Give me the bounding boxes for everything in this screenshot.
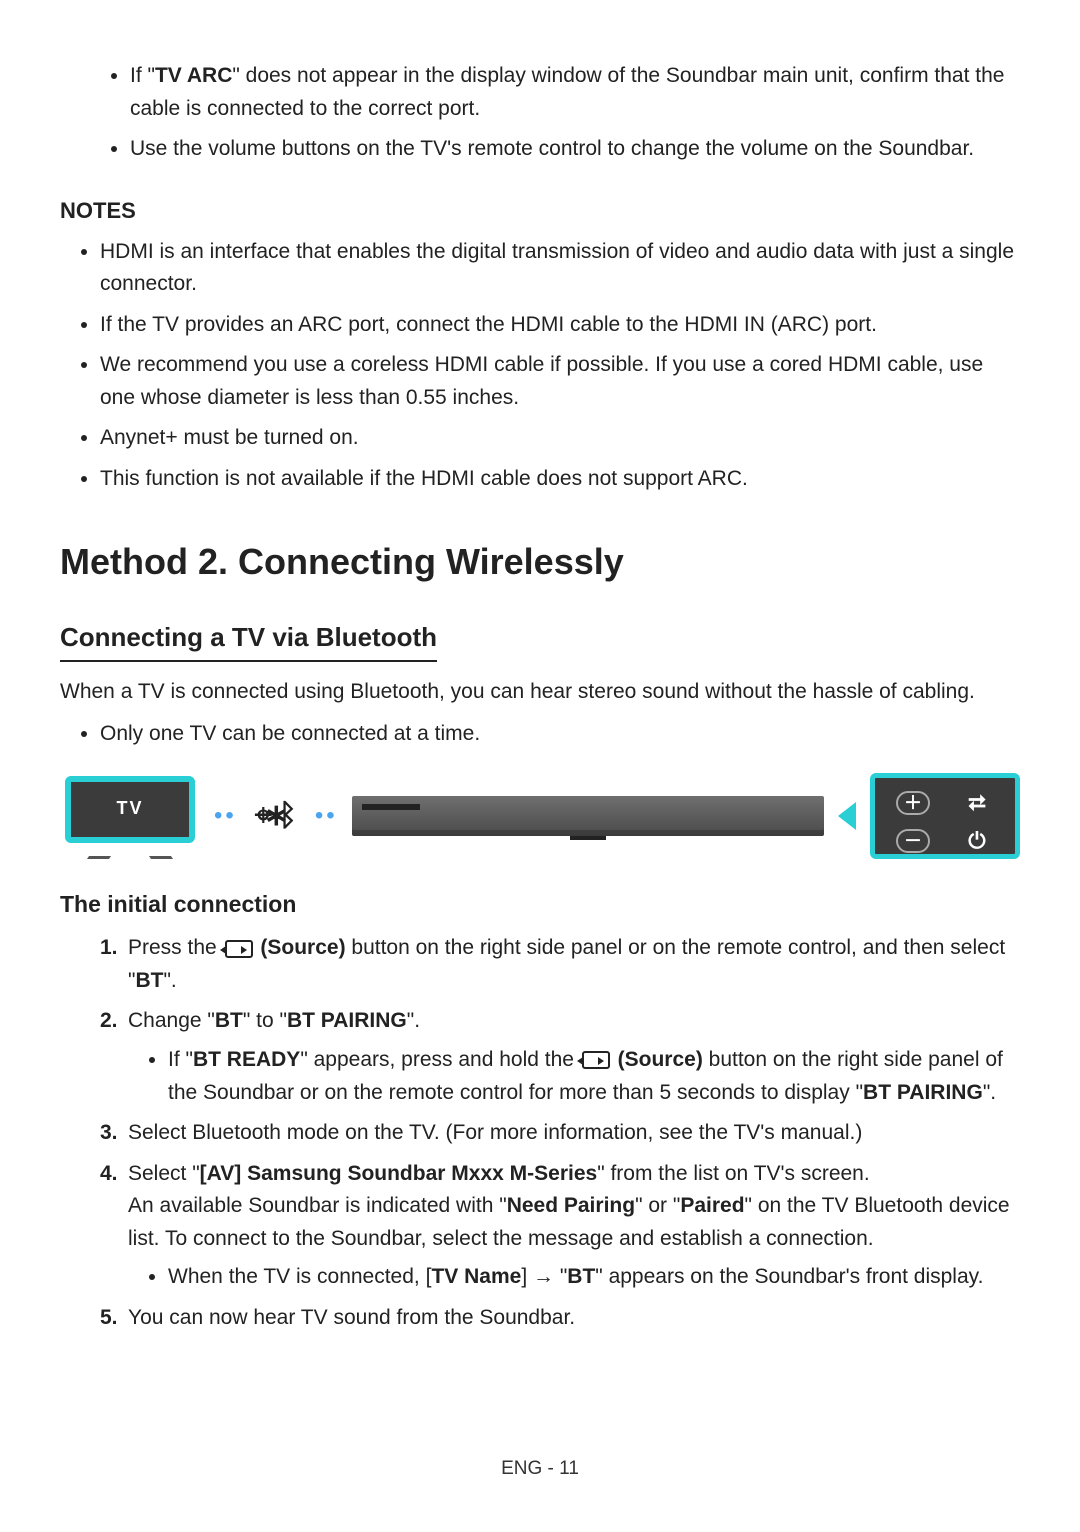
text: Use the volume buttons on the TV's remot…: [130, 137, 974, 160]
initial-connection-heading: The initial connection: [60, 887, 1020, 923]
step-3: Select Bluetooth mode on the TV. (For mo…: [100, 1117, 1020, 1150]
text: Select ": [128, 1162, 200, 1185]
bold-text: BT: [215, 1009, 243, 1032]
notes-item: HDMI is an interface that enables the di…: [100, 236, 1020, 301]
notes-item: If the TV provides an ARC port, connect …: [100, 309, 1020, 342]
text: " does not appear in the display window …: [130, 64, 1004, 120]
source-icon: [225, 940, 253, 958]
notes-item: Anynet+ must be turned on.: [100, 422, 1020, 455]
notes-item: This function is not available if the HD…: [100, 463, 1020, 496]
text: An available Soundbar is indicated with …: [128, 1194, 507, 1217]
text: ".: [407, 1009, 420, 1032]
bold-text: (Source): [255, 936, 346, 959]
step-4-subitem: When the TV is connected, [TV Name] → "B…: [168, 1261, 1020, 1294]
panel-connector: [838, 802, 856, 830]
text: ".: [163, 969, 176, 992]
tv-stand: [87, 856, 111, 859]
text: " to ": [243, 1009, 287, 1032]
step-4-sublist: When the TV is connected, [TV Name] → "B…: [128, 1261, 1020, 1294]
step-2-subitem: If "BT READY" appears, press and hold th…: [168, 1044, 1020, 1109]
step-2: Change "BT" to "BT PAIRING". If "BT READ…: [100, 1005, 1020, 1109]
soundbar-illustration: [352, 796, 824, 836]
bluetooth-desc: When a TV is connected using Bluetooth, …: [60, 676, 1020, 709]
step-4: Select "[AV] Samsung Soundbar Mxxx M-Ser…: [100, 1158, 1020, 1294]
bold-text: Paired: [680, 1194, 744, 1217]
text: " appears on the Soundbar's front displa…: [595, 1265, 983, 1288]
bold-text: Need Pairing: [507, 1194, 635, 1217]
bt-signal-dots: ••: [315, 797, 338, 834]
text: " from the list on TV's screen.: [597, 1162, 870, 1185]
text: ".: [983, 1081, 996, 1104]
power-icon: ⏻: [947, 824, 1007, 858]
step-1: Press the (Source) button on the right s…: [100, 932, 1020, 997]
bold-text: BT: [567, 1265, 595, 1288]
side-panel-illustration: ＋ ⮂ － ⏻: [870, 773, 1020, 859]
text: If ": [130, 64, 155, 87]
volume-plus-icon: ＋: [883, 786, 943, 820]
notes-item: We recommend you use a coreless HDMI cab…: [100, 349, 1020, 414]
section-title-method2: Method 2. Connecting Wirelessly: [60, 534, 1020, 590]
intro-bullet-1: If "TV ARC" does not appear in the displ…: [130, 60, 1020, 125]
text: " or ": [635, 1194, 680, 1217]
bold-text: TV ARC: [155, 64, 232, 87]
bold-text: BT READY: [193, 1048, 300, 1071]
bold-text: BT PAIRING: [287, 1009, 407, 1032]
volume-minus-icon: －: [883, 824, 943, 858]
bold-text: TV Name: [431, 1265, 521, 1288]
page: If "TV ARC" does not appear in the displ…: [60, 60, 1020, 1484]
bluetooth-bullets: Only one TV can be connected at a time.: [60, 718, 1020, 751]
bluetooth-heading: Connecting a TV via Bluetooth: [60, 617, 437, 661]
bold-text: BT PAIRING: [863, 1081, 983, 1104]
bold-text: [AV] Samsung Soundbar Mxxx M-Series: [200, 1162, 598, 1185]
source-panel-icon: ⮂: [947, 786, 1007, 820]
tv-stand: [149, 856, 173, 859]
intro-bullet-2: Use the volume buttons on the TV's remot…: [130, 133, 1020, 166]
bluetooth-diagram: TV •• ⌖ ∗ ᛒ •• ＋ ⮂ － ⏻: [60, 771, 1020, 861]
source-icon: [582, 1051, 610, 1069]
tv-illustration: TV: [60, 771, 200, 861]
bluetooth-icon: ᛒ: [279, 793, 297, 840]
step-5: You can now hear TV sound from the Sound…: [100, 1302, 1020, 1335]
page-footer: ENG - 11: [60, 1454, 1020, 1483]
bold-text: BT: [135, 969, 163, 992]
tv-label: TV: [116, 795, 143, 823]
tv-screen: TV: [65, 776, 195, 843]
steps-list: Press the (Source) button on the right s…: [60, 932, 1020, 1334]
text: Press the: [128, 936, 223, 959]
bold-text: (Source): [612, 1048, 703, 1071]
intro-bullet-list: If "TV ARC" does not appear in the displ…: [60, 60, 1020, 166]
bluetooth-bullet: Only one TV can be connected at a time.: [100, 718, 1020, 751]
text: ] → ": [521, 1265, 567, 1288]
notes-list: HDMI is an interface that enables the di…: [60, 236, 1020, 496]
step-2-sublist: If "BT READY" appears, press and hold th…: [128, 1044, 1020, 1109]
text: Change ": [128, 1009, 215, 1032]
text: If ": [168, 1048, 193, 1071]
text: " appears, press and hold the: [300, 1048, 579, 1071]
bt-signal-dots: ••: [214, 797, 237, 834]
text: When the TV is connected, [: [168, 1265, 431, 1288]
notes-heading: NOTES: [60, 194, 1020, 228]
